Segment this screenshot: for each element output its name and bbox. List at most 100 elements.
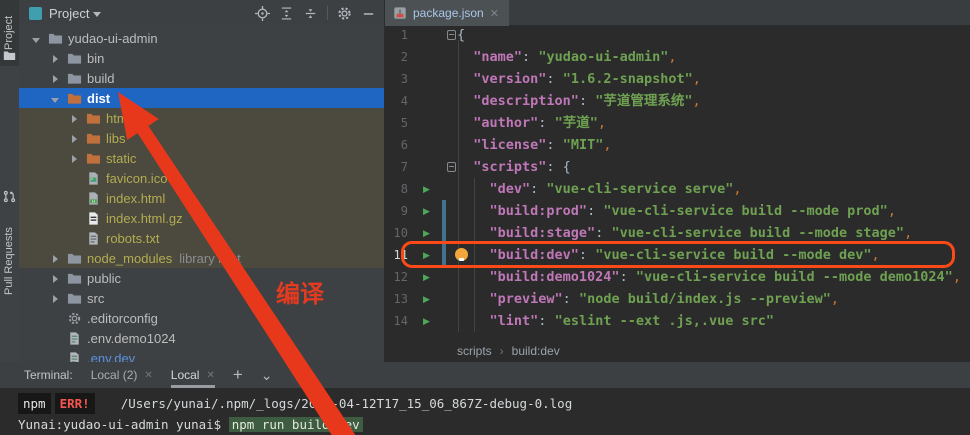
tree-item-html[interactable]: html <box>19 108 384 128</box>
tab-package-json[interactable]: package.json ✕ <box>385 0 509 26</box>
file-image-icon <box>85 170 101 186</box>
folder-gray-icon <box>66 70 82 86</box>
code-text: "lint": "eslint --ext .js,.vue src" <box>489 313 775 329</box>
expand-all-icon[interactable] <box>279 6 294 21</box>
fold-region-icon[interactable] <box>447 30 456 40</box>
tree-item-robots-txt[interactable]: robots.txt <box>19 228 384 248</box>
code-line-2[interactable]: 2 "name": "yudao-ui-admin", <box>385 46 970 68</box>
tree-item--env-dev[interactable]: .env.dev <box>19 348 384 362</box>
line-number: 7 <box>400 160 408 174</box>
chevron-down-icon[interactable] <box>93 11 102 17</box>
tree-item-dist[interactable]: dist <box>19 88 384 108</box>
code-line-6[interactable]: 6 "license": "MIT", <box>385 134 970 156</box>
tree-item-index-html[interactable]: Hindex.html <box>19 188 384 208</box>
tree-item-static[interactable]: static <box>19 148 384 168</box>
code-line-9[interactable]: 9 ▶ "build:prod": "vue-cli-service build … <box>385 200 970 222</box>
code-line-13[interactable]: 13 ▶ "preview": "node build/index.js --pr… <box>385 288 970 310</box>
chevron-collapsed-icon[interactable] <box>48 51 62 66</box>
breadcrumb-scripts[interactable]: scripts <box>457 344 492 358</box>
settings-gear-icon[interactable] <box>337 6 352 21</box>
chevron-collapsed-icon[interactable] <box>48 251 62 266</box>
tree-item-label: dist <box>87 90 111 106</box>
tree-item-label: .env.dev <box>87 350 136 363</box>
folder-orange-icon <box>66 90 82 106</box>
folder-gray-icon <box>66 270 82 286</box>
code-text: "preview": "node build/index.js --previe… <box>489 291 840 307</box>
npm-chip: npm <box>18 393 51 414</box>
chevron-collapsed-icon[interactable] <box>67 151 81 166</box>
close-icon[interactable]: ✕ <box>144 370 152 381</box>
chevron-collapsed-icon[interactable] <box>67 131 81 146</box>
terminal-tab-local-2[interactable]: Local (2) ✕ <box>91 362 153 388</box>
annotation-highlight-box <box>401 241 955 268</box>
project-tree: yudao-ui-admin bin build dist html libs static… <box>19 26 384 362</box>
code-text: "license": "MIT", <box>473 137 612 153</box>
close-icon[interactable]: ✕ <box>206 370 214 381</box>
code-text: "author": "芋道", <box>473 115 606 131</box>
file-text-icon <box>85 230 101 246</box>
code-line-3[interactable]: 3 "version": "1.6.2-snapshot", <box>385 68 970 90</box>
code-editor[interactable]: 1{2 "name": "yudao-ui-admin", 3 "version"… <box>385 24 970 340</box>
line-number: 14 <box>393 314 408 328</box>
chevron-down-icon[interactable]: ⌄ <box>261 367 273 384</box>
code-text: { <box>457 27 466 43</box>
chevron-expanded-icon[interactable] <box>29 31 43 46</box>
file-env-icon <box>66 330 82 346</box>
tree-item-build[interactable]: build <box>19 68 384 88</box>
close-tab-icon[interactable]: ✕ <box>490 7 499 20</box>
terminal-output[interactable]: npm ERR! /Users/yunai/.npm/_logs/2022-04-1… <box>0 388 970 435</box>
chevron-collapsed-icon[interactable] <box>48 291 62 306</box>
tree-item-label: bin <box>87 50 105 66</box>
tree-item-node-modules[interactable]: node_modules library root <box>19 248 384 268</box>
code-line-5[interactable]: 5 "author": "芋道", <box>385 112 970 134</box>
chevron-expanded-icon[interactable] <box>48 91 62 106</box>
fold-region-icon[interactable] <box>447 162 456 172</box>
tree-item-label: favicon.ico <box>106 170 168 186</box>
tree-item-public[interactable]: public <box>19 268 384 288</box>
file-gz-icon <box>85 210 101 226</box>
stripe-button-pull-requests[interactable]: Pull Requests <box>0 185 19 320</box>
line-number: 8 <box>400 182 408 196</box>
tree-item-bin[interactable]: bin <box>19 48 384 68</box>
code-text: "description": "芋道管理系统", <box>473 93 701 109</box>
breadcrumb: scripts › build:dev <box>385 340 970 362</box>
code-line-8[interactable]: 8 ▶ "dev": "vue-cli-service serve", <box>385 178 970 200</box>
code-line-4[interactable]: 4 "description": "芋道管理系统", <box>385 90 970 112</box>
terminal-panel: Terminal: Local (2) ✕ Local ✕ + ⌄ npm ERR… <box>0 362 970 435</box>
breadcrumb-build-dev[interactable]: build:dev <box>512 344 560 358</box>
tree-item--env-demo1024[interactable]: .env.demo1024 <box>19 328 384 348</box>
file-env-icon <box>66 350 82 362</box>
vcs-change-marker <box>442 200 446 222</box>
run-script-icon[interactable]: ▶ <box>423 178 430 200</box>
terminal-tab-local[interactable]: Local ✕ <box>170 362 215 388</box>
line-number: 3 <box>400 72 408 86</box>
stripe-button-project[interactable]: Project <box>0 0 19 66</box>
run-script-icon[interactable]: ▶ <box>423 288 430 310</box>
chevron-collapsed-icon[interactable] <box>67 111 81 126</box>
line-number: 5 <box>400 116 408 130</box>
code-line-7[interactable]: 7 "scripts": { <box>385 156 970 178</box>
new-terminal-plus-icon[interactable]: + <box>233 365 243 385</box>
tree-item-src[interactable]: src <box>19 288 384 308</box>
editor-tab-bar: package.json ✕ <box>385 0 970 26</box>
tree-item-favicon-ico[interactable]: favicon.ico <box>19 168 384 188</box>
hide-panel-icon[interactable] <box>361 6 376 21</box>
project-toolwindow-icon <box>29 6 42 20</box>
line-number: 2 <box>400 50 408 64</box>
folder-gray-icon <box>66 250 82 266</box>
locate-file-icon[interactable] <box>255 5 270 21</box>
run-script-icon[interactable]: ▶ <box>423 310 430 332</box>
run-script-icon[interactable]: ▶ <box>423 200 430 222</box>
tree-item--editorconfig[interactable]: .editorconfig <box>19 308 384 328</box>
collapse-all-icon[interactable] <box>303 6 318 21</box>
chevron-collapsed-icon[interactable] <box>48 71 62 86</box>
tree-item-yudao-ui-admin[interactable]: yudao-ui-admin <box>19 28 384 48</box>
code-line-14[interactable]: 14 ▶ "lint": "eslint --ext .js,.vue src" <box>385 310 970 332</box>
chevron-collapsed-icon[interactable] <box>48 271 62 286</box>
run-script-icon[interactable]: ▶ <box>423 266 430 288</box>
tree-item-index-html-gz[interactable]: index.html.gz <box>19 208 384 228</box>
command-text: npm run build:dev <box>228 417 363 432</box>
code-line-1[interactable]: 1{ <box>385 24 970 46</box>
code-line-12[interactable]: 12 ▶ "build:demo1024": "vue-cli-service b… <box>385 266 970 288</box>
tree-item-libs[interactable]: libs <box>19 128 384 148</box>
